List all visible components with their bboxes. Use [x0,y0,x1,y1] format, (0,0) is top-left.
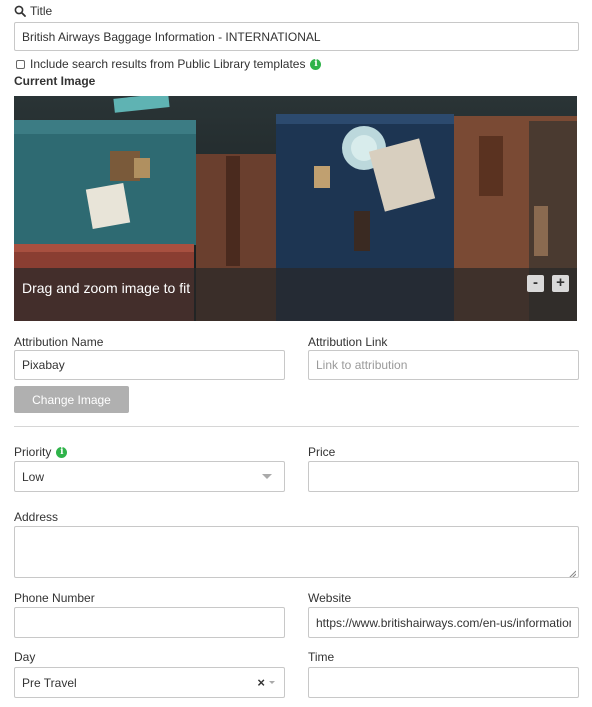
change-image-button[interactable]: Change Image [14,386,129,413]
phone-label: Phone Number [14,591,95,605]
attribution-link-input[interactable] [308,350,579,380]
info-icon[interactable]: i [310,58,322,70]
attribution-name-input[interactable] [14,350,285,380]
attribution-name-label: Attribution Name [14,335,104,349]
price-label: Price [308,445,336,459]
current-image-label: Current Image [14,74,96,88]
image-overlay-text: Drag and zoom image to fit [22,280,191,296]
chevron-down-icon [269,681,275,684]
title-label: Title [30,4,53,18]
title-input[interactable] [14,22,579,51]
public-library-checkbox[interactable] [16,59,25,69]
priority-select[interactable]: Low [14,461,285,492]
current-image[interactable]: Drag and zoom image to fit - + [14,96,577,321]
time-input[interactable] [308,667,579,698]
chevron-down-icon [262,474,272,479]
phone-input[interactable] [14,607,285,638]
phone-field[interactable] [22,615,277,630]
priority-label-row: Priority i [14,445,68,459]
zoom-in-button[interactable]: + [552,275,569,292]
public-library-row: Include search results from Public Libra… [16,57,322,71]
title-label-row: Title [14,4,52,18]
price-field[interactable] [316,469,571,484]
priority-select-value: Low [22,469,45,484]
attribution-link-field[interactable] [316,358,571,372]
website-field[interactable] [316,615,571,630]
price-input[interactable] [308,461,579,492]
attribution-name-field[interactable] [22,358,277,372]
public-library-label: Include search results from Public Libra… [30,57,306,71]
website-label: Website [308,591,352,605]
address-textarea[interactable] [14,526,579,578]
search-icon [14,5,26,17]
priority-label: Priority [14,445,52,459]
day-select[interactable]: Pre Travel × [14,667,285,698]
clear-icon[interactable]: × [257,675,265,690]
time-label: Time [308,650,335,664]
resize-handle-icon[interactable] [568,567,577,577]
info-icon[interactable]: i [56,446,68,458]
time-field[interactable] [316,675,571,690]
day-label: Day [14,650,36,664]
section-divider [14,426,579,427]
address-label: Address [14,510,59,524]
attribution-link-label: Attribution Link [308,335,388,349]
website-input[interactable] [308,607,579,638]
day-select-value: Pre Travel [22,675,77,690]
zoom-out-button[interactable]: - [527,275,544,292]
title-input-field[interactable] [22,29,571,44]
